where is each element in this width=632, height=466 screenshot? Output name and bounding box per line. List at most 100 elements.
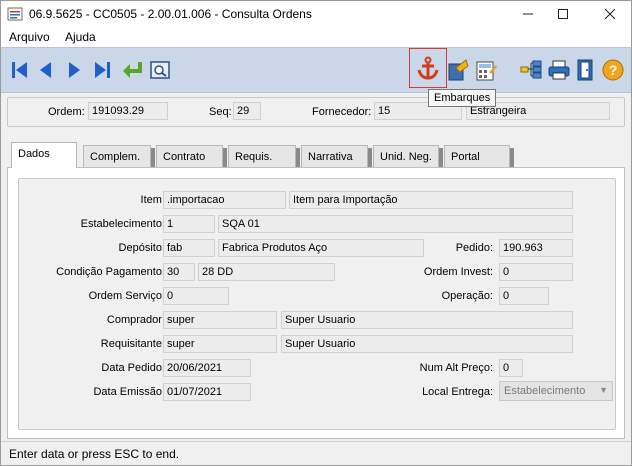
tab-narrativa[interactable]: Narrativa [301,145,372,168]
data-pedido-label: Data Pedido: [101,362,165,374]
tab-portal[interactable]: Portal [444,145,514,168]
condicao-pagamento-label: Condição Pagamento: [56,266,165,278]
estabelecimento-label: Estabelecimento: [80,218,165,230]
exit-icon [577,59,593,81]
comprador-code-field[interactable]: super [163,311,277,329]
maximize-button[interactable] [548,1,578,27]
tab-portal-label: Portal [451,151,480,163]
tab-contrato[interactable]: Contrato [156,145,227,168]
goto-icon [123,62,142,78]
tab-strip: Dados Complem. Contrato Requis. Narrativ… [1,141,631,168]
estabelecimento-desc-field: SQA 01 [218,215,573,233]
seq-field[interactable]: 29 [233,102,261,120]
title-bar: 06.9.5625 - CC0505 - 2.00.01.006 - Consu… [1,1,631,27]
help-icon: ? [602,59,624,81]
print-button[interactable] [546,57,572,83]
pedido-field[interactable]: 190.963 [499,239,573,257]
anchor-icon [417,56,439,80]
data-pedido-field[interactable]: 20/06/2021 [163,359,251,377]
ordem-field[interactable]: 191093.29 [88,102,168,120]
chevron-down-icon: ▼ [599,385,608,395]
previous-record-icon [40,62,51,78]
status-text: Enter data or press ESC to end. [9,447,180,461]
tab-contrato-label: Contrato [163,151,206,163]
num-alt-preco-field[interactable]: 0 [499,359,523,377]
search-icon [150,61,170,79]
estabelecimento-code-field[interactable]: 1 [163,215,215,233]
previous-record-button[interactable] [33,57,59,83]
print-icon [548,60,570,80]
tab-narrativa-label: Narrativa [308,151,353,163]
ordem-servico-field[interactable]: 0 [163,287,229,305]
data-emissao-field[interactable]: 01/07/2021 [163,383,251,401]
fornecedor-label: Fornecedor: [312,106,372,118]
menu-bar: Arquivo Ajuda [1,27,631,47]
comprador-label: Comprador: [106,314,165,326]
help-button[interactable]: ? [600,57,626,83]
exit-button[interactable] [573,57,599,83]
tab-dados-label: Dados [18,148,50,160]
local-entrega-select[interactable]: Estabelecimento ▼ [499,381,613,401]
seq-label: Seq: [209,106,232,118]
minimize-button[interactable] [513,1,543,27]
deposito-label: Depósito: [118,242,165,254]
requisitante-label: Requisitante: [100,338,165,350]
export-icon [448,59,469,81]
operacao-field[interactable]: 0 [499,287,549,305]
menu-ajuda[interactable]: Ajuda [65,30,96,44]
calculator-icon [476,61,497,81]
ordem-label: Ordem: [48,106,85,118]
tooltip-embarques: Embarques [428,89,497,107]
comprador-name-field: Super Usuario [281,311,573,329]
search-button[interactable] [147,57,173,83]
next-record-button[interactable] [61,57,87,83]
tree-button[interactable] [518,57,544,83]
tab-requis[interactable]: Requis. [228,145,300,168]
ordem-invest-field[interactable]: 0 [499,263,573,281]
item-code-field[interactable]: .importacao [163,191,286,209]
tab-panel-dados: Item: .importacao Item para Importação E… [7,167,625,439]
header-panel: Ordem: 191093.29 Seq: 29 Fornecedor: 15 … [7,97,625,127]
first-record-icon [12,62,27,78]
app-window: 06.9.5625 - CC0505 - 2.00.01.006 - Consu… [0,0,632,466]
item-desc-field: Item para Importação [289,191,573,209]
last-record-button[interactable] [89,57,115,83]
operacao-label: Operação: [441,290,493,302]
num-alt-preco-label: Num Alt Preço: [419,362,493,374]
tree-icon [520,60,542,79]
status-bar: Enter data or press ESC to end. [1,441,631,465]
close-button[interactable] [595,1,625,27]
local-entrega-value: Estabelecimento [504,385,586,397]
embarques-button[interactable] [409,48,447,88]
pedido-label: Pedido: [455,242,493,254]
tab-complem[interactable]: Complem. [83,145,155,168]
svg-text:?: ? [609,62,618,78]
tab-unid-neg[interactable]: Unid. Neg. [373,145,443,168]
tab-unid-neg-label: Unid. Neg. [380,151,432,163]
condicao-pagamento-code-field[interactable]: 30 [163,263,195,281]
deposito-desc-field: Fabrica Produtos Aço [218,239,424,257]
first-record-button[interactable] [7,57,33,83]
item-label: Item: [140,194,165,206]
toolbar: ? [1,47,631,93]
requisitante-code-field[interactable]: super [163,335,277,353]
app-icon [7,7,23,21]
tab-complem-label: Complem. [90,151,141,163]
ordem-invest-label: Ordem Invest: [423,266,493,278]
export-button[interactable] [445,57,471,83]
form-panel: Item: .importacao Item para Importação E… [18,178,616,430]
goto-button[interactable] [119,57,145,83]
requisitante-name-field: Super Usuario [281,335,573,353]
ordem-servico-label: Ordem Serviço: [88,290,165,302]
data-emissao-label: Data Emissão: [93,386,165,398]
menu-arquivo[interactable]: Arquivo [9,30,50,44]
window-title: 06.9.5625 - CC0505 - 2.00.01.006 - Consu… [29,7,312,21]
tab-dados[interactable]: Dados [11,142,77,168]
condicao-pagamento-desc-field: 28 DD [198,263,335,281]
deposito-code-field[interactable]: fab [163,239,215,257]
local-entrega-label: Local Entrega: [422,386,493,398]
next-record-icon [69,62,80,78]
tab-requis-label: Requis. [235,151,273,163]
last-record-icon [95,62,110,78]
calculator-button[interactable] [473,57,499,83]
